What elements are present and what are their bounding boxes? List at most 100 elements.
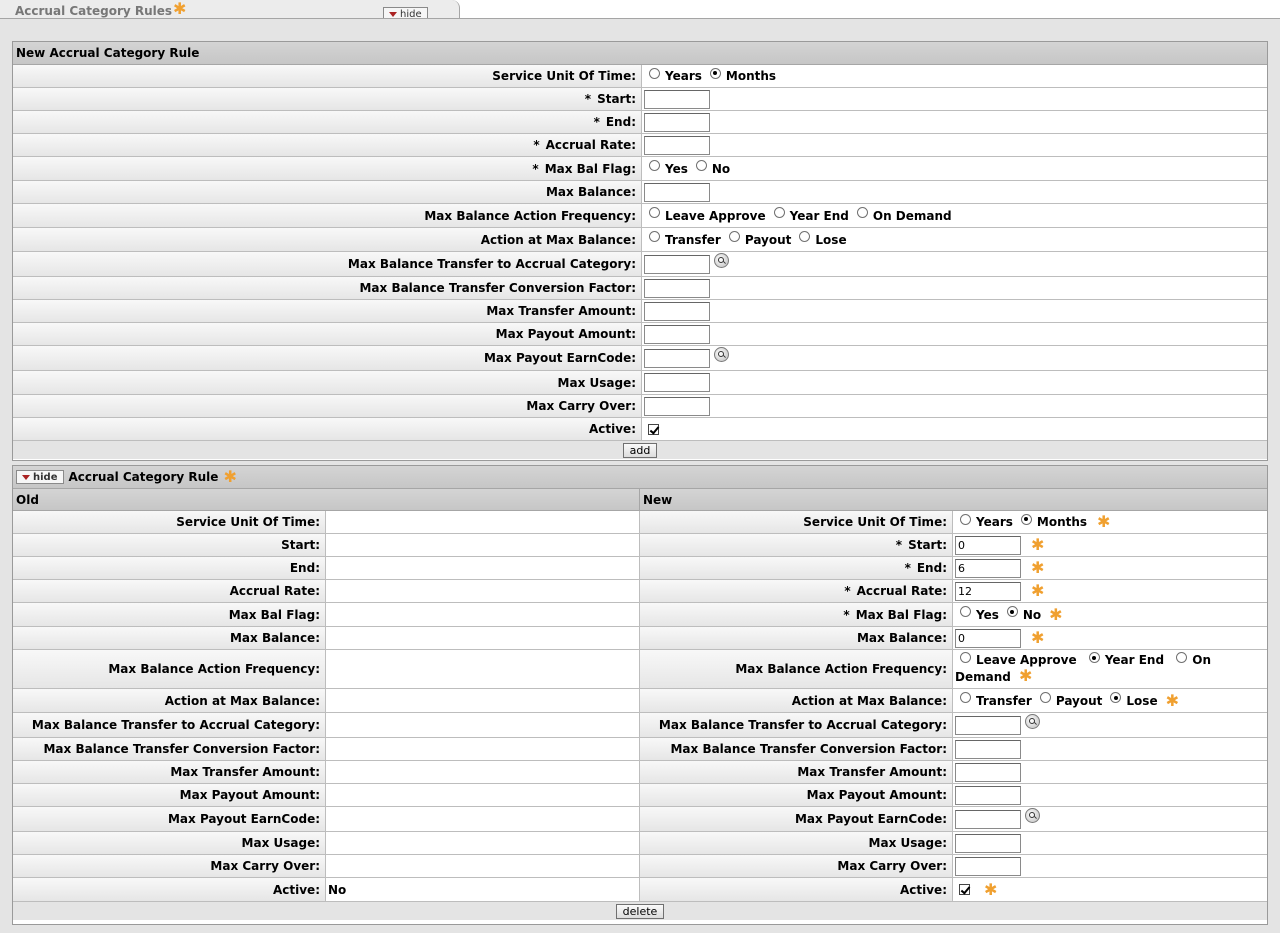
start-input[interactable] [644,89,710,109]
new-label-start: Start: [908,538,947,552]
opt-yes-label: Yes [665,161,688,176]
old-value-active: No [326,878,640,901]
required-star-icon: ✱ [984,879,998,899]
label-max-balance: Max Balance: [13,181,642,203]
max-transfer-input[interactable] [644,301,710,321]
radio-leave-approve[interactable] [649,207,660,218]
radio-lose[interactable] [799,231,811,242]
old-label-max-carry: Max Carry Over: [13,855,326,877]
old-new-header: Old New [13,489,1267,511]
label-action-at-max: Action at Max Balance: [13,228,642,251]
opt-on-demand-label: On Demand [872,208,952,223]
radio-months[interactable] [709,67,721,79]
radio-years[interactable] [649,67,660,79]
add-button[interactable]: add [622,442,658,458]
new-label-transfer-category: Max Balance Transfer to Accrual Category… [640,713,953,737]
lookup-magnifier-icon[interactable] [714,252,729,268]
max-payout-input[interactable] [955,785,1021,805]
new-label-max-balance: Max Balance: [640,627,953,649]
accrual-rate-input[interactable]: 12 [955,581,1021,601]
conversion-factor-input[interactable] [644,278,710,298]
required-star-icon: ✱ [1019,666,1033,685]
value-payout-earncode [642,346,1267,370]
radio-yes[interactable] [960,606,971,617]
transfer-category-input[interactable] [955,715,1021,735]
max-transfer-input[interactable] [955,762,1021,782]
radio-on-demand[interactable] [856,207,868,218]
radio-transfer[interactable] [960,692,971,703]
radio-lose[interactable] [1110,692,1122,703]
radio-year-end[interactable] [773,207,785,218]
value-conversion-factor [642,277,1267,299]
payout-earncode-input[interactable] [955,809,1021,829]
old-label-max-usage: Max Usage: [13,832,326,854]
value-transfer-category [642,252,1267,276]
new-label-max-payout: Max Payout Amount: [640,784,953,806]
old-value-action-frequency [326,650,640,688]
max-carry-input[interactable] [955,856,1021,876]
radio-leave-approve[interactable] [960,652,971,663]
section-hide-button[interactable]: hide [16,470,64,484]
lookup-magnifier-icon[interactable] [1025,807,1040,823]
new-label-end: End: [916,561,947,575]
delete-button[interactable]: delete [615,903,665,919]
end-input[interactable] [644,112,710,132]
opt-months-label: Months [725,69,777,83]
new-value-accrual-rate: 12 ✱ [953,580,1267,602]
radio-years[interactable] [960,513,971,525]
lookup-magnifier-icon[interactable] [1025,713,1040,729]
payout-earncode-input[interactable] [644,348,710,368]
transfer-category-input[interactable] [644,254,710,274]
required-mark: * [844,584,851,598]
required-star-icon: ✱ [1031,581,1045,600]
new-label-start-cell: * Start: [640,534,953,556]
new-value-max-carry [953,855,1267,877]
active-checkbox[interactable] [959,884,970,895]
edit-row-max-usage: Max Usage: Max Usage: [13,832,1267,855]
value-active [642,418,1267,440]
max-balance-input[interactable] [644,182,710,202]
required-star-icon: ✱ [1031,558,1045,577]
active-checkbox[interactable] [648,423,659,435]
old-label-max-transfer: Max Transfer Amount: [13,761,326,783]
old-value-service-unit [326,511,640,533]
accrual-rate-input[interactable] [644,135,710,155]
radio-payout[interactable] [1039,692,1051,703]
required-star-icon: ✱ [1031,628,1045,647]
radio-months[interactable] [1020,513,1032,525]
old-value-max-payout [326,784,640,806]
radio-year-end[interactable] [1088,652,1100,663]
opt-lose-label: Lose [1126,693,1158,708]
max-balance-input[interactable]: 0 [955,628,1021,648]
label-max-transfer: Max Transfer Amount: [13,300,642,322]
end-input[interactable]: 6 [955,558,1021,578]
radio-on-demand[interactable] [1176,652,1188,663]
old-label-service-unit: Service Unit Of Time: [13,511,326,533]
lookup-magnifier-icon[interactable] [714,346,729,362]
new-rule-header: New Accrual Category Rule [13,42,1267,65]
label-payout-earncode: Max Payout EarnCode: [13,346,642,370]
new-value-action-at-max: Transfer Payout Lose ✱ [953,689,1267,712]
value-service-unit: Years Months [642,65,1267,87]
start-input[interactable]: 0 [955,535,1021,555]
opt-year-end-label: Year End [1104,653,1165,667]
row-accrual-rate: * Accrual Rate: [13,134,1267,157]
radio-payout[interactable] [728,231,740,242]
new-label-max-carry: Max Carry Over: [640,855,953,877]
opt-leave-approve-label: Leave Approve [665,208,766,223]
radio-yes[interactable] [649,160,660,171]
radio-transfer[interactable] [649,231,660,242]
old-label-end: End: [13,557,326,579]
edit-row-conversion-factor: Max Balance Transfer Conversion Factor: … [13,738,1267,761]
conversion-factor-input[interactable] [955,739,1021,759]
max-payout-input[interactable] [644,324,710,344]
edit-row-payout-earncode: Max Payout EarnCode: Max Payout EarnCode… [13,807,1267,832]
radio-no[interactable] [695,160,707,171]
max-usage-input[interactable] [955,833,1021,853]
delete-row: delete [13,902,1267,920]
radio-no[interactable] [1006,606,1018,617]
max-carry-input[interactable] [644,396,710,416]
row-payout-earncode: Max Payout EarnCode: [13,346,1267,371]
max-usage-input[interactable] [644,373,710,392]
value-max-balance [642,181,1267,203]
